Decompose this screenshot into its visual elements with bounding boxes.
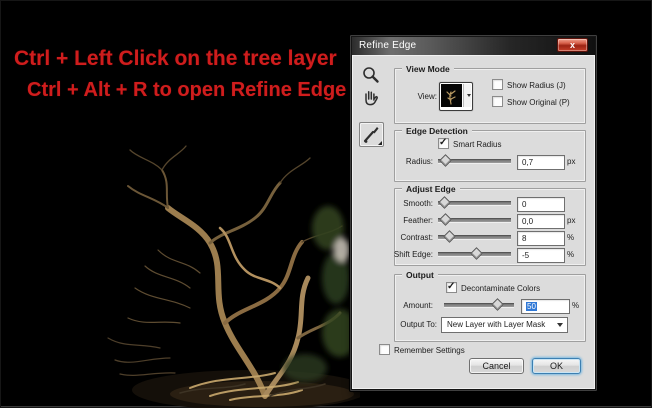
output-group: Output Decontaminate Colors Amount: 50 % — [394, 270, 586, 342]
feather-value: 0,0 — [522, 217, 534, 226]
view-mode-group: View Mode View: Show Radius (J) Show Ori… — [394, 64, 586, 124]
output-to-dropdown[interactable]: New Layer with Layer Mask — [441, 317, 568, 333]
smooth-label: Smooth: — [403, 199, 433, 208]
checkbox-label: Smart Radius — [453, 140, 502, 149]
shift-edge-slider[interactable] — [438, 247, 511, 260]
dialog-title: Refine Edge — [359, 40, 417, 51]
radius-label: Radius: — [405, 157, 433, 166]
amount-slider[interactable] — [444, 298, 514, 311]
amount-value-selected: 50 — [526, 302, 537, 311]
radius-row: Radius: 0,7 px — [395, 154, 585, 170]
shift-edge-unit: % — [567, 250, 575, 259]
radius-field[interactable]: 0,7 — [517, 155, 565, 170]
output-to-value: New Layer with Layer Mask — [447, 320, 546, 329]
cancel-button[interactable]: Cancel — [469, 358, 524, 374]
amount-field[interactable]: 50 — [521, 299, 570, 314]
shift-edge-label: Shift Edge: — [393, 250, 433, 259]
smooth-slider[interactable] — [438, 196, 511, 209]
slider-thumb[interactable] — [438, 196, 452, 209]
amount-unit: % — [572, 301, 580, 310]
view-label: View: — [417, 92, 437, 101]
checkbox-label: Decontaminate Colors — [461, 284, 541, 293]
checkbox-box — [492, 96, 503, 107]
edge-detection-group-title: Edge Detection — [402, 126, 472, 136]
smooth-field[interactable]: 0 — [517, 197, 565, 212]
refine-edge-dialog: Refine Edge x View Mode View: Show Radiu… — [349, 34, 598, 392]
decontaminate-colors-checkbox[interactable]: Decontaminate Colors — [446, 281, 541, 293]
feather-slider[interactable] — [438, 213, 511, 226]
checkbox-label: Show Radius (J) — [507, 81, 566, 90]
adjust-edge-group-title: Adjust Edge — [402, 184, 460, 194]
contrast-field[interactable]: 8 — [517, 231, 565, 246]
slider-thumb[interactable] — [491, 298, 504, 311]
radius-value: 0,7 — [522, 158, 534, 167]
remember-settings-checkbox[interactable]: Remember Settings — [379, 344, 465, 355]
chevron-down-icon — [557, 323, 563, 327]
screenshot-canvas: Ctrl + Left Click on the tree layer Ctrl… — [0, 0, 652, 408]
shift-edge-field[interactable]: -5 — [517, 248, 565, 263]
shift-edge-row: Shift Edge: -5 % — [394, 247, 585, 263]
contrast-label: Contrast: — [400, 233, 433, 242]
show-original-checkbox[interactable]: Show Original (P) — [492, 96, 570, 107]
edge-detection-group: Edge Detection Smart Radius Radius: 0,7 … — [394, 126, 586, 182]
close-icon: x — [569, 40, 575, 50]
refine-radius-tool-button[interactable] — [359, 122, 384, 147]
contrast-slider[interactable] — [438, 230, 511, 243]
checkbox-box — [446, 281, 457, 293]
slider-thumb[interactable] — [439, 213, 452, 226]
show-radius-checkbox[interactable]: Show Radius (J) — [492, 79, 566, 90]
dialog-titlebar[interactable]: Refine Edge x — [352, 37, 595, 55]
radius-unit: px — [567, 157, 576, 166]
view-thumbnail-dropdown[interactable] — [439, 82, 473, 111]
tool-flyout-indicator — [378, 141, 382, 145]
slider-thumb[interactable] — [439, 154, 452, 167]
view-mode-group-title: View Mode — [402, 64, 454, 74]
slider-thumb[interactable] — [443, 230, 457, 243]
instruction-line-2: Ctrl + Alt + R to open Refine Edge — [27, 79, 347, 101]
hand-tool-icon[interactable] — [360, 87, 382, 107]
amount-label: Amount: — [403, 301, 433, 310]
tree-image — [107, 145, 360, 408]
slider-thumb[interactable] — [469, 247, 483, 260]
output-group-title: Output — [402, 270, 438, 280]
close-button[interactable]: x — [557, 38, 588, 52]
adjust-edge-group: Adjust Edge Smooth: 0 Feather: 0,0 px Co… — [394, 184, 586, 266]
shift-edge-value: -5 — [522, 251, 530, 260]
output-to-row: Output To: New Layer with Layer Mask — [395, 317, 585, 333]
feather-row: Feather: 0,0 px — [395, 213, 585, 229]
feather-label: Feather: — [403, 216, 433, 225]
zoom-tool-icon[interactable] — [361, 65, 381, 85]
radius-slider[interactable] — [438, 154, 511, 167]
view-thumbnail-image — [441, 84, 462, 107]
contrast-row: Contrast: 8 % — [395, 230, 585, 246]
contrast-value: 8 — [522, 234, 527, 243]
feather-field[interactable]: 0,0 — [517, 214, 565, 229]
contrast-unit: % — [567, 233, 575, 242]
chevron-down-icon — [467, 94, 471, 97]
output-to-label: Output To: — [400, 320, 437, 329]
smooth-row: Smooth: 0 — [395, 196, 585, 212]
checkbox-box — [438, 137, 449, 149]
smart-radius-checkbox[interactable]: Smart Radius — [438, 137, 502, 149]
checkbox-label: Remember Settings — [394, 346, 465, 355]
checkbox-label: Show Original (P) — [507, 98, 570, 107]
ok-button[interactable]: OK — [532, 358, 581, 374]
amount-row: Amount: 50 % — [395, 298, 585, 314]
checkbox-box — [492, 79, 503, 90]
smooth-value: 0 — [522, 200, 527, 209]
instruction-line-1: Ctrl + Left Click on the tree layer — [14, 47, 337, 70]
dialog-body: View Mode View: Show Radius (J) Show Ori… — [352, 55, 595, 389]
feather-unit: px — [567, 216, 576, 225]
checkbox-box — [379, 344, 390, 355]
